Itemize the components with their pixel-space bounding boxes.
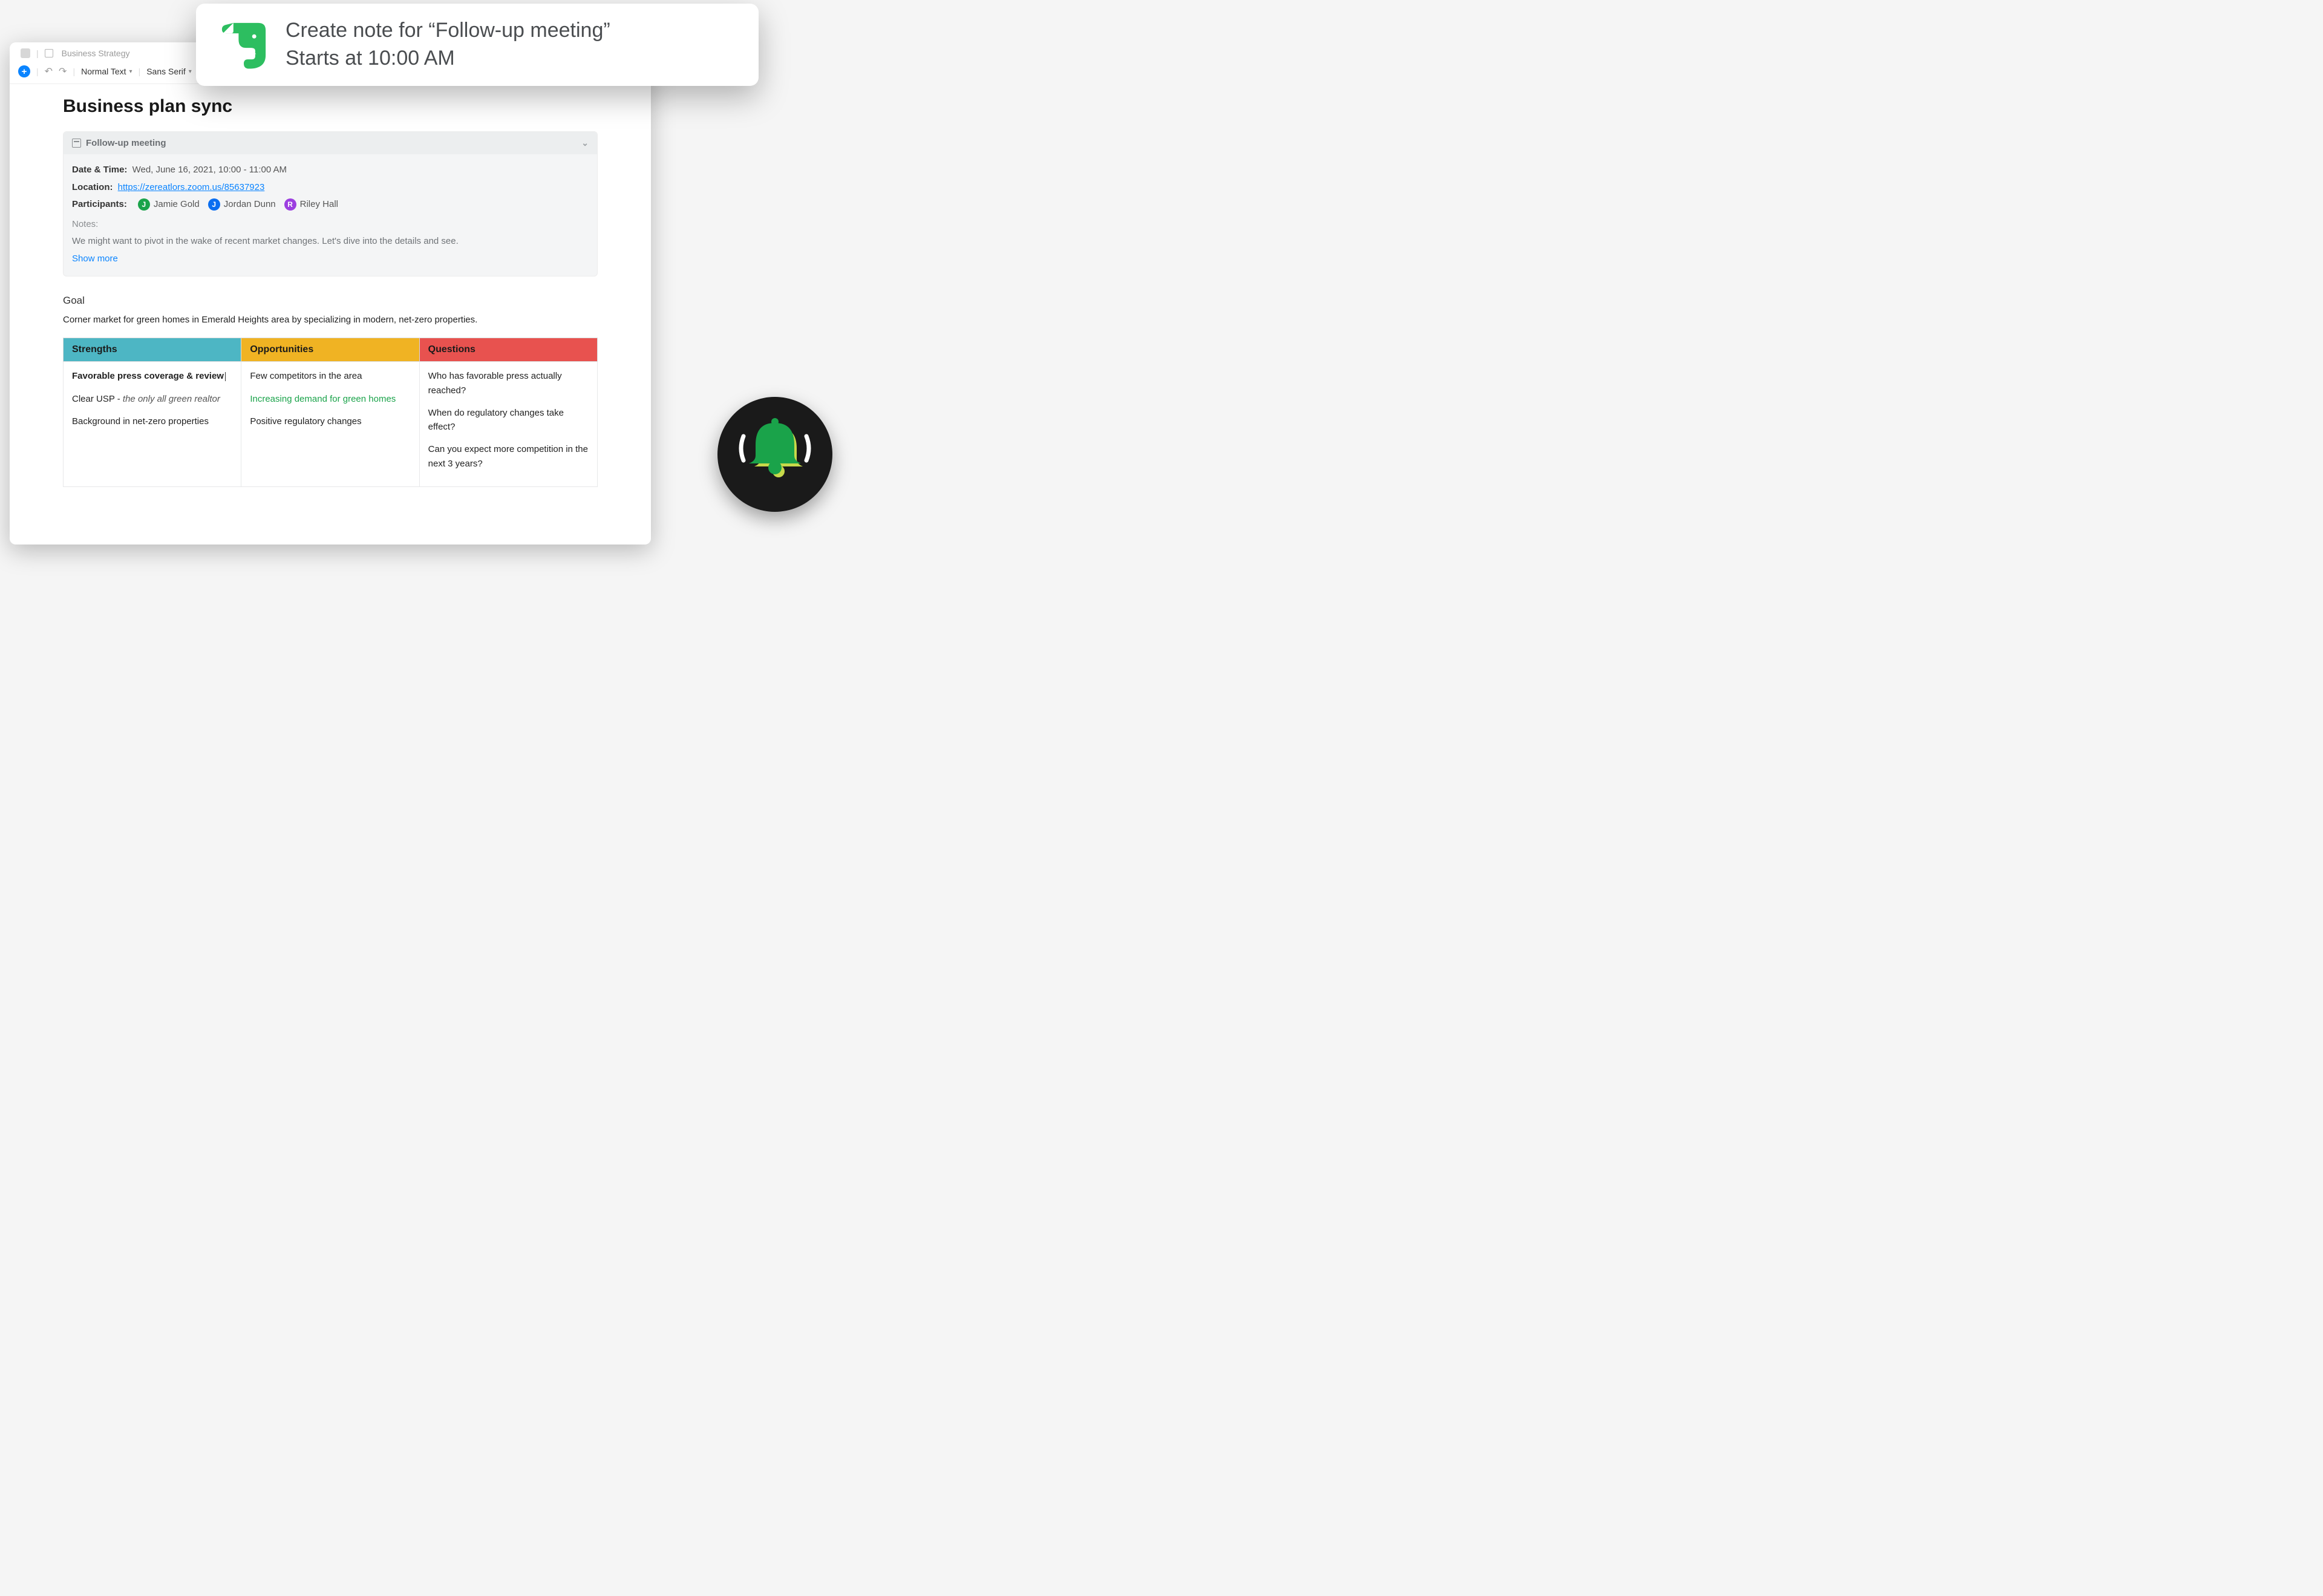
- cell-questions[interactable]: Who has favorable press actually reached…: [419, 362, 597, 487]
- text-cursor: [225, 372, 226, 381]
- insert-button[interactable]: +: [18, 65, 30, 77]
- notification-line1: Create note for “Follow-up meeting”: [286, 17, 610, 45]
- undo-button[interactable]: ↶: [45, 65, 53, 77]
- strength-1: Favorable press coverage & review: [72, 371, 224, 381]
- reminder-bell-badge[interactable]: [717, 397, 832, 512]
- redo-button[interactable]: ↷: [59, 65, 67, 77]
- meeting-card-header[interactable]: Follow-up meeting ⌄: [64, 132, 597, 154]
- opportunity-1: Few competitors in the area: [250, 369, 410, 383]
- expand-sidebar-icon[interactable]: [21, 48, 30, 58]
- notes-label: Notes:: [72, 216, 589, 234]
- strength-3: Background in net-zero properties: [72, 414, 232, 428]
- question-2: When do regulatory changes take effect?: [428, 406, 589, 434]
- font-family-dropdown[interactable]: Sans Serif ▾: [146, 67, 192, 76]
- avatar: R: [284, 198, 296, 211]
- font-family-label: Sans Serif: [146, 67, 186, 76]
- participant[interactable]: J Jamie Gold: [138, 196, 200, 214]
- meeting-card: Follow-up meeting ⌄ Date & Time: Wed, Ju…: [63, 131, 598, 276]
- evernote-icon: [218, 19, 270, 71]
- divider: |: [36, 48, 39, 58]
- notification-text: Create note for “Follow-up meeting” Star…: [286, 17, 610, 73]
- col-questions: Questions: [419, 338, 597, 362]
- notebook-name[interactable]: Business Strategy: [62, 48, 130, 58]
- notification-card[interactable]: Create note for “Follow-up meeting” Star…: [196, 4, 759, 86]
- notes-text: We might want to pivot in the wake of re…: [72, 233, 589, 250]
- swot-table: Strengths Opportunities Questions Favora…: [63, 338, 598, 487]
- meeting-card-body: Date & Time: Wed, June 16, 2021, 10:00 -…: [64, 154, 597, 267]
- divider: |: [73, 67, 75, 76]
- question-1: Who has favorable press actually reached…: [428, 369, 589, 397]
- notebook-icon: [45, 49, 53, 57]
- divider: |: [139, 67, 141, 76]
- participant[interactable]: R Riley Hall: [284, 196, 338, 214]
- show-more-link[interactable]: Show more: [72, 250, 589, 268]
- bell-icon: [739, 418, 811, 491]
- cell-opportunities[interactable]: Few competitors in the area Increasing d…: [241, 362, 419, 487]
- opportunity-3: Positive regulatory changes: [250, 414, 410, 428]
- location-label: Location:: [72, 182, 113, 192]
- col-opportunities: Opportunities: [241, 338, 419, 362]
- page-title[interactable]: Business plan sync: [63, 96, 598, 117]
- avatar: J: [208, 198, 220, 211]
- date-value: Wed, June 16, 2021, 10:00 - 11:00 AM: [132, 165, 287, 175]
- chevron-down-icon: ▾: [129, 68, 132, 75]
- participant-name: Jordan Dunn: [224, 196, 276, 214]
- divider: |: [36, 67, 39, 76]
- participant-name: Jamie Gold: [154, 196, 200, 214]
- strength-2-prefix: Clear USP -: [72, 394, 123, 404]
- goal-text[interactable]: Corner market for green homes in Emerald…: [63, 313, 598, 327]
- calendar-icon: [72, 139, 81, 148]
- location-link[interactable]: https://zereatlors.zoom.us/85637923: [118, 182, 265, 192]
- col-strengths: Strengths: [64, 338, 241, 362]
- question-3: Can you expect more competition in the n…: [428, 442, 589, 471]
- participant-name: Riley Hall: [300, 196, 338, 214]
- cell-strengths[interactable]: Favorable press coverage & review Clear …: [64, 362, 241, 487]
- goal-heading: Goal: [63, 295, 598, 307]
- chevron-down-icon[interactable]: ⌄: [581, 138, 589, 148]
- meeting-title: Follow-up meeting: [86, 138, 166, 148]
- editor-window: | Business Strategy + | ↶ ↷ | Normal Tex…: [10, 42, 651, 545]
- table-row: Favorable press coverage & review Clear …: [64, 362, 598, 487]
- participants-label: Participants:: [72, 196, 127, 214]
- opportunity-2: Increasing demand for green homes: [250, 392, 410, 406]
- avatar: J: [138, 198, 150, 211]
- strength-2-ital: the only all green realtor: [123, 394, 220, 404]
- chevron-down-icon: ▾: [189, 68, 192, 75]
- participant[interactable]: J Jordan Dunn: [208, 196, 276, 214]
- date-label: Date & Time:: [72, 165, 127, 175]
- notification-line2: Starts at 10:00 AM: [286, 45, 610, 73]
- paragraph-style-dropdown[interactable]: Normal Text ▾: [81, 67, 132, 76]
- note-content: Business plan sync Follow-up meeting ⌄ D…: [10, 84, 651, 505]
- paragraph-style-label: Normal Text: [81, 67, 126, 76]
